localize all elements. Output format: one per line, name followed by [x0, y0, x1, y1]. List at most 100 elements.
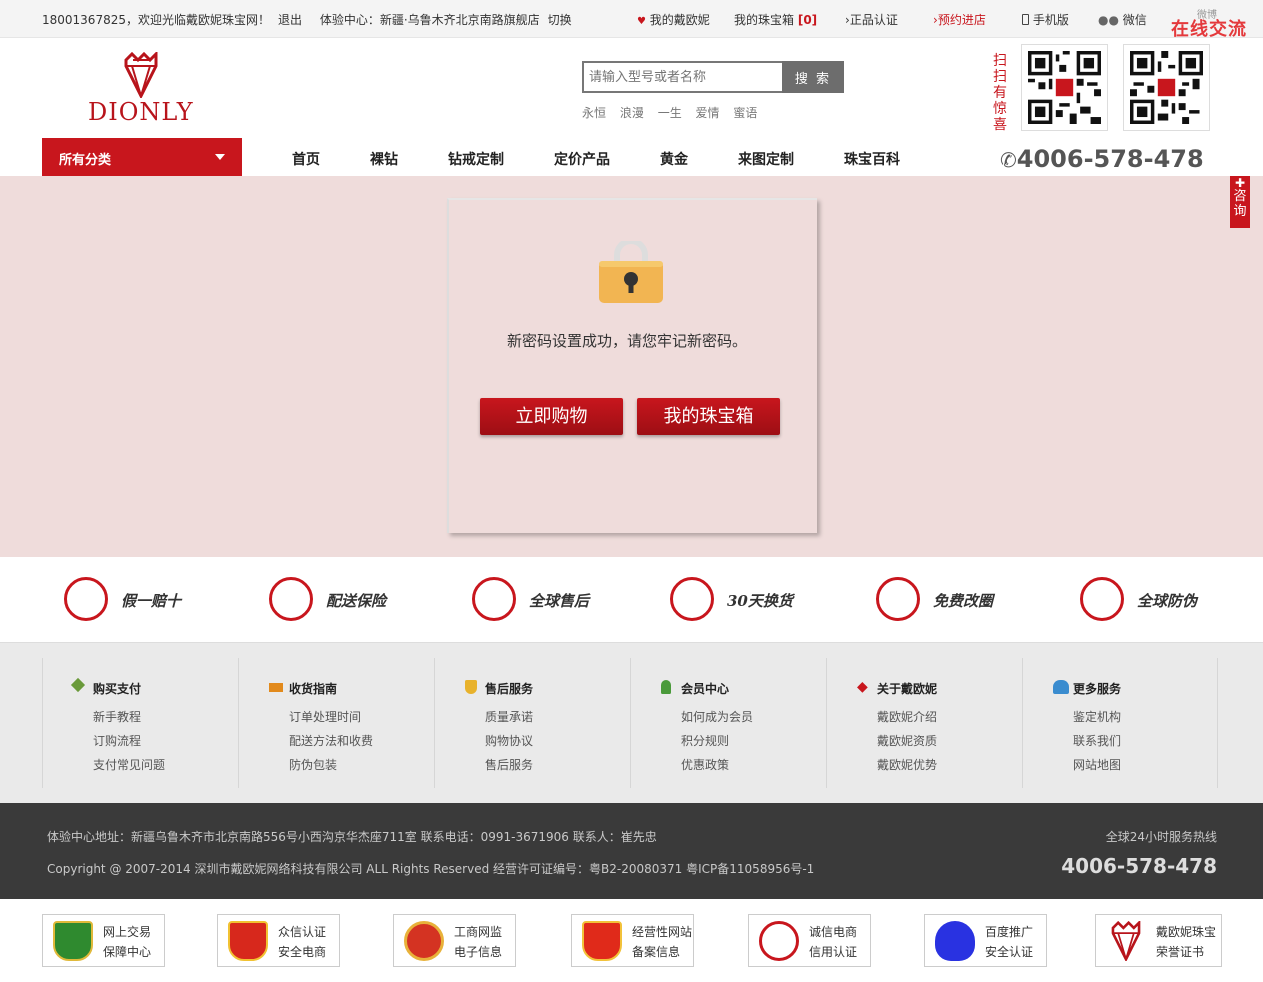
- plus-icon: ✚: [1234, 176, 1246, 190]
- badge-line2: 电子信息: [454, 945, 503, 959]
- online-chat-link[interactable]: 在线交流: [1171, 15, 1247, 41]
- authentic-link[interactable]: ›正品认证: [845, 11, 898, 28]
- footer-link[interactable]: 售后服务: [485, 756, 533, 773]
- guarantee-label: 全球防伪: [1137, 592, 1198, 610]
- recycle-icon: [670, 577, 714, 621]
- badge-line1: 经营性网站: [632, 925, 693, 939]
- hot-word[interactable]: 浪漫: [620, 106, 644, 120]
- footer-link[interactable]: 订购流程: [93, 732, 141, 749]
- tag-icon: [70, 677, 86, 693]
- jewelry-box-link[interactable]: 我的珠宝箱 [0]: [734, 11, 817, 28]
- footer-link[interactable]: 质量承诺: [485, 708, 533, 725]
- badge-line2: 安全认证: [985, 945, 1034, 959]
- search-input[interactable]: [582, 61, 782, 93]
- footer-column: 售后服务 质量承诺 购物协议 售后服务: [434, 658, 630, 788]
- diamond-logo-icon: [124, 52, 158, 98]
- qr-code-icon: [1130, 51, 1203, 124]
- qr-code-icon: [1028, 51, 1101, 124]
- badge-line1: 戴欧妮珠宝: [1156, 925, 1217, 939]
- trust-badge[interactable]: 百度推广 安全认证: [924, 914, 1047, 967]
- shield-icon: [64, 577, 108, 621]
- footer-link[interactable]: 戴欧妮介绍: [877, 708, 937, 725]
- nav-item-gold[interactable]: 黄金: [660, 149, 688, 169]
- trust-badge[interactable]: 网上交易 保障中心: [42, 914, 165, 967]
- nav-item-ring-custom[interactable]: 钻戒定制: [448, 149, 504, 169]
- service-icon: [472, 577, 516, 621]
- hot-word[interactable]: 一生: [658, 106, 682, 120]
- footer-link[interactable]: 防伪包装: [289, 756, 337, 773]
- nav-item-priced-products[interactable]: 定价产品: [554, 149, 610, 169]
- appointment-link[interactable]: ›预约进店: [933, 11, 986, 28]
- phone-icon: [1022, 14, 1029, 25]
- footer-column: 会员中心 如何成为会员 积分规则 优惠政策: [630, 658, 826, 788]
- badge-line2: 安全电商: [278, 945, 327, 959]
- user-icon: [661, 680, 671, 694]
- lock-icon: [599, 241, 663, 303]
- footer-link[interactable]: 如何成为会员: [681, 708, 753, 725]
- logout-link[interactable]: 退出: [278, 13, 302, 27]
- footer-address: 体验中心地址：新疆乌鲁木齐市北京南路556号小西沟京华杰座711室 联系电话：0…: [47, 830, 657, 844]
- footer-link[interactable]: 积分规则: [681, 732, 729, 749]
- footer-link[interactable]: 联系我们: [1073, 732, 1121, 749]
- badge-line1: 诚信电商: [809, 925, 858, 939]
- search-button[interactable]: 搜 索: [782, 61, 844, 93]
- guarantee-label: 配送保险: [326, 592, 387, 610]
- service-icon: [1053, 680, 1069, 694]
- trust-badge[interactable]: 众信认证 安全电商: [217, 914, 340, 967]
- nav-item-encyclopedia[interactable]: 珠宝百科: [844, 149, 900, 169]
- box-count: [0]: [797, 13, 818, 27]
- nav-item-image-custom[interactable]: 来图定制: [738, 149, 794, 169]
- footer-link[interactable]: 戴欧妮资质: [877, 732, 937, 749]
- mobile-label: 手机版: [1032, 13, 1069, 27]
- baidu-paw-icon: [935, 921, 975, 961]
- badge-line2: 保障中心: [103, 945, 152, 959]
- all-categories-button[interactable]: 所有分类: [42, 138, 242, 176]
- diamond-icon: ◆: [857, 679, 868, 695]
- heart-icon: ♥: [637, 16, 646, 27]
- consult-label: 咨询: [1233, 189, 1247, 219]
- footer-column-title: 售后服务: [485, 682, 534, 696]
- footer-link[interactable]: 鉴定机构: [1073, 708, 1121, 725]
- guarantee-label: 30天换货: [727, 592, 793, 610]
- trust-badge[interactable]: 戴欧妮珠宝 荣誉证书: [1095, 914, 1222, 967]
- footer-link[interactable]: 订单处理时间: [289, 708, 361, 725]
- shield-icon: [465, 680, 477, 694]
- footer-link[interactable]: 支付常见问题: [93, 756, 165, 773]
- trust-badge[interactable]: 诚信电商 信用认证: [748, 914, 871, 967]
- emblem-icon: [404, 921, 444, 961]
- footer-link[interactable]: 戴欧妮优势: [877, 756, 937, 773]
- switch-link[interactable]: 切换: [548, 13, 572, 27]
- badge-line1: 工商网监: [454, 925, 503, 939]
- guarantee-label: 全球售后: [529, 592, 590, 610]
- mobile-link[interactable]: 手机版: [1022, 11, 1069, 28]
- consult-side-button[interactable]: ✚ 咨询: [1230, 176, 1250, 228]
- qr-code-wechat: [1021, 44, 1108, 131]
- phone-icon: ✆: [1000, 148, 1017, 172]
- my-dionly-label: 我的戴欧妮: [649, 13, 710, 27]
- welcome-text: 18001367825，欢迎光临戴欧妮珠宝网！: [42, 13, 270, 27]
- ebs-shield-icon: [228, 921, 268, 961]
- hot-word[interactable]: 爱情: [696, 106, 720, 120]
- nav-item-loose-diamond[interactable]: 裸钻: [370, 149, 398, 169]
- hot-word[interactable]: 蜜语: [733, 106, 757, 120]
- hot-word[interactable]: 永恒: [582, 106, 606, 120]
- trust-badge[interactable]: 经营性网站 备案信息: [571, 914, 694, 967]
- footer-link[interactable]: 网站地图: [1073, 756, 1121, 773]
- badge-line2: 信用认证: [809, 945, 858, 959]
- footer-link[interactable]: 新手教程: [93, 708, 141, 725]
- nav-item-home[interactable]: 首页: [292, 149, 320, 169]
- my-dionly-link[interactable]: ♥ 我的戴欧妮: [637, 11, 710, 28]
- footer-link[interactable]: 购物协议: [485, 732, 533, 749]
- trust-badge[interactable]: 工商网监 电子信息: [393, 914, 516, 967]
- jewelry-box-button[interactable]: 我的珠宝箱: [637, 398, 780, 435]
- footer-column-title: 购买支付: [93, 682, 142, 696]
- footer-link[interactable]: 优惠政策: [681, 756, 729, 773]
- guarantee-label: 免费改圈: [933, 592, 994, 610]
- search-box: 搜 索: [582, 61, 844, 93]
- truck-icon: [269, 683, 283, 692]
- shop-now-button[interactable]: 立即购物: [480, 398, 623, 435]
- footer-link[interactable]: 配送方法和收费: [289, 732, 373, 749]
- credit-icon: [759, 921, 799, 961]
- top-bar: 18001367825，欢迎光临戴欧妮珠宝网！ 退出 体验中心：新疆·乌鲁木齐北京…: [0, 0, 1263, 41]
- wechat-link[interactable]: ●● 微信: [1098, 11, 1147, 28]
